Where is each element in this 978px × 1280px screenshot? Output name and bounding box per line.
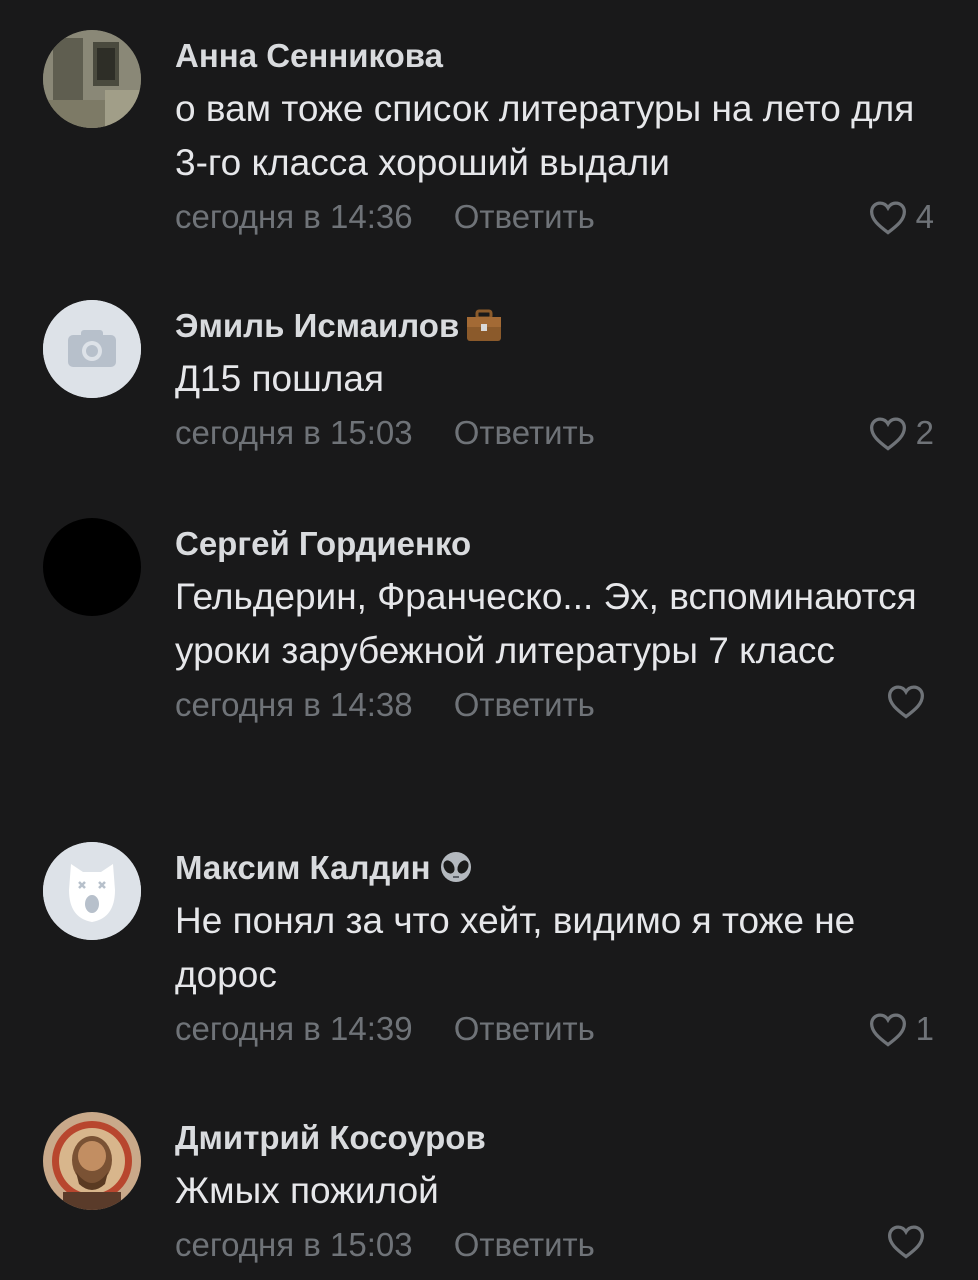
like-count: 1 — [915, 1010, 934, 1047]
reply-button[interactable]: Ответить — [454, 1223, 595, 1267]
like-count: 2 — [915, 414, 934, 451]
heart-icon — [869, 201, 906, 235]
avatar[interactable] — [43, 30, 141, 128]
comment-author[interactable]: Эмиль Исмаилов — [175, 306, 934, 346]
heart-icon — [869, 417, 906, 451]
like-button[interactable] — [886, 1223, 934, 1259]
comment-author[interactable]: Максим Калдин — [175, 848, 934, 888]
avatar[interactable] — [43, 842, 141, 940]
comment-meta: сегодня в 15:03 Ответить — [175, 1223, 934, 1267]
comment-time: сегодня в 15:03 — [175, 1226, 413, 1263]
like-button[interactable]: 4 — [868, 195, 934, 239]
comment-meta: сегодня в 15:03 Ответить 2 — [175, 411, 934, 455]
reply-button[interactable]: Ответить — [454, 411, 595, 455]
comment-meta: сегодня в 14:36 Ответить 4 — [175, 195, 934, 239]
comment-time: сегодня в 14:39 — [175, 1010, 413, 1047]
comment-time: сегодня в 15:03 — [175, 414, 413, 451]
avatar[interactable] — [43, 1112, 141, 1210]
alien-icon — [437, 851, 475, 885]
deactivated-dog-icon — [43, 842, 141, 940]
avatar[interactable] — [43, 300, 141, 398]
heart-icon — [887, 1225, 925, 1259]
comment-text: Не понял за что хейт, видимо я тоже не д… — [175, 900, 856, 995]
avatar[interactable] — [43, 518, 141, 616]
comment-text: о вам тоже список литературы на лето для… — [175, 88, 915, 183]
like-button[interactable] — [886, 683, 934, 719]
comment-text: Д15 пошлая — [175, 358, 384, 399]
reply-button[interactable]: Ответить — [454, 1007, 595, 1051]
comment-author[interactable]: Дмитрий Косоуров — [175, 1118, 934, 1158]
briefcase-icon — [465, 309, 503, 343]
like-button[interactable]: 2 — [868, 411, 934, 455]
heart-icon — [887, 685, 925, 719]
comment-author[interactable]: Анна Сенникова — [175, 36, 934, 76]
comment-text: Жмых пожилой — [175, 1170, 439, 1211]
camera-icon — [43, 300, 141, 398]
comment-author[interactable]: Сергей Гордиенко — [175, 524, 934, 564]
comment-text: Гельдерин, Франческо... Эх, вспоминаются… — [175, 576, 917, 671]
like-count: 4 — [915, 198, 934, 235]
reply-button[interactable]: Ответить — [454, 195, 595, 239]
reply-button[interactable]: Ответить — [454, 683, 595, 727]
comment-meta: сегодня в 14:38 Ответить — [175, 683, 934, 727]
heart-icon — [869, 1013, 906, 1047]
comment-time: сегодня в 14:36 — [175, 198, 413, 235]
like-button[interactable]: 1 — [868, 1007, 934, 1051]
comment-meta: сегодня в 14:39 Ответить 1 — [175, 1007, 934, 1051]
comment-time: сегодня в 14:38 — [175, 686, 413, 723]
